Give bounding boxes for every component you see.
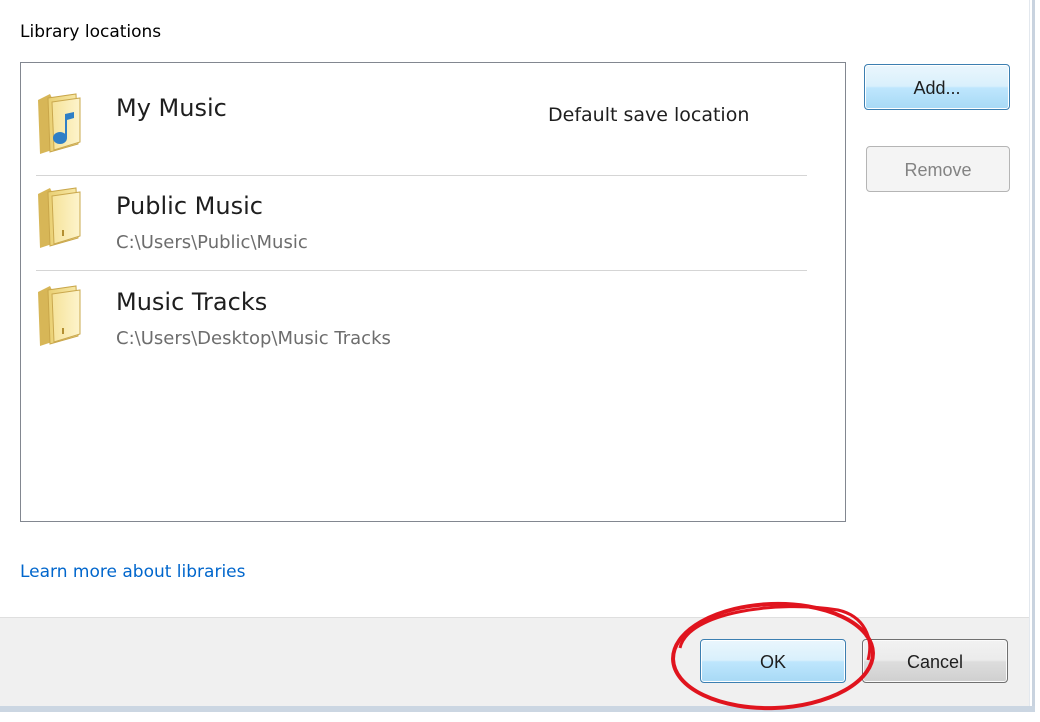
list-item-public-music[interactable]: Public Music C:\Users\Public\Music [36, 182, 807, 266]
folder-icon [38, 285, 81, 346]
ok-button[interactable]: OK [700, 639, 846, 683]
cancel-button[interactable]: Cancel [862, 639, 1008, 683]
window-frame-right [1032, 0, 1035, 712]
folder-icon [38, 187, 81, 248]
location-name: My Music [116, 94, 227, 122]
library-locations-dialog: Library locations My Music Default save … [0, 0, 1032, 710]
add-button[interactable]: Add... [864, 64, 1010, 110]
remove-button[interactable]: Remove [866, 146, 1010, 192]
list-separator [36, 270, 807, 271]
music-folder-icon [38, 93, 81, 154]
list-item-my-music[interactable]: My Music Default save location [36, 88, 807, 168]
list-item-music-tracks[interactable]: Music Tracks C:\Users\Desktop\Music Trac… [36, 278, 807, 362]
list-separator [36, 175, 807, 176]
location-path: C:\Users\Desktop\Music Tracks [116, 328, 391, 349]
location-path: C:\Users\Public\Music [116, 232, 308, 253]
library-locations-label: Library locations [20, 22, 162, 42]
window-frame-bottom [0, 706, 1035, 712]
learn-more-link[interactable]: Learn more about libraries [20, 562, 245, 582]
location-name: Music Tracks [116, 288, 268, 316]
location-name: Public Music [116, 192, 263, 220]
default-save-location-label: Default save location [548, 104, 750, 126]
window-frame-inner [1029, 0, 1030, 710]
